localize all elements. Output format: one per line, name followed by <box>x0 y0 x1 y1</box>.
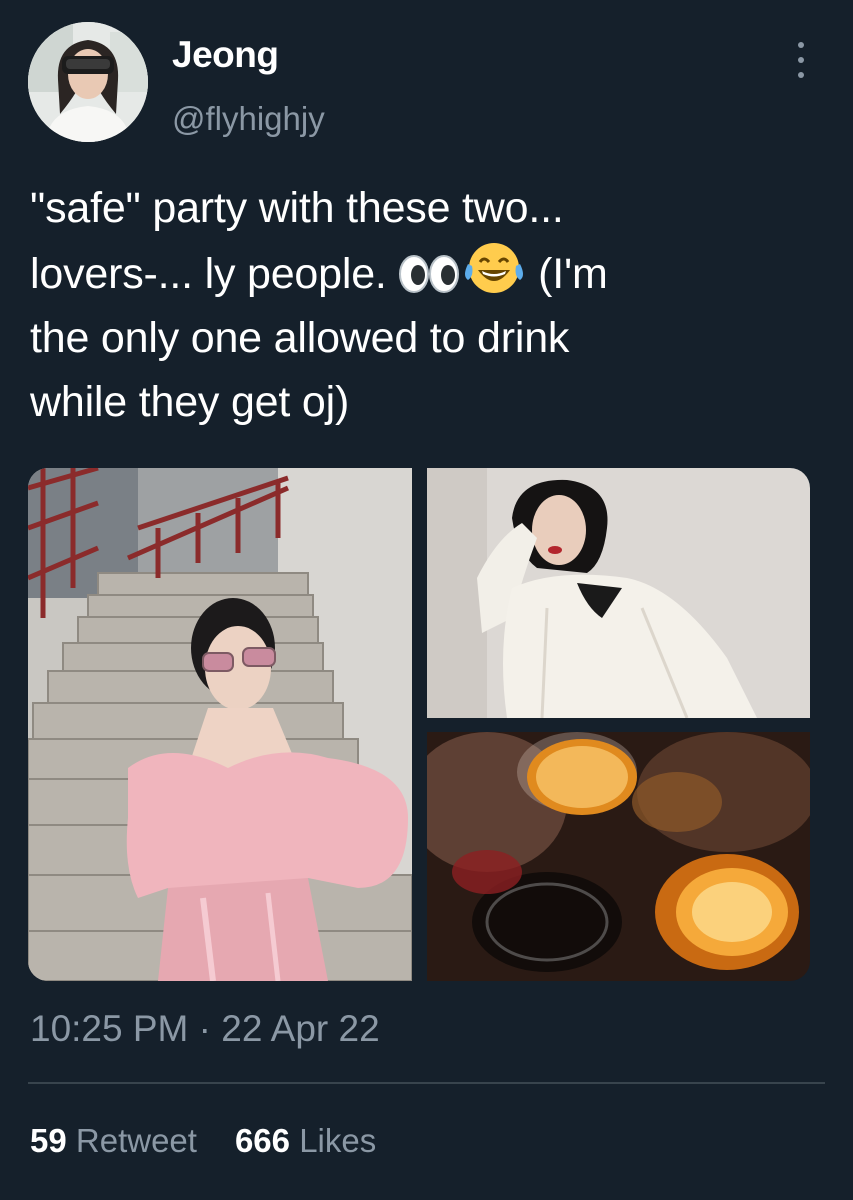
retweets-label: Retweet <box>75 1122 197 1159</box>
avatar[interactable] <box>28 22 148 142</box>
photo-image <box>427 468 810 718</box>
photo-staircase-pink-dress[interactable] <box>28 468 412 981</box>
avatar-image <box>28 22 148 142</box>
retweets-stat[interactable]: 59 Retweet <box>30 1122 197 1160</box>
photo-image <box>28 468 412 981</box>
tweet-stats: 59 Retweet 666 Likes <box>30 1122 376 1160</box>
photo-drinks-orange-slices[interactable] <box>427 732 810 981</box>
tweet-timestamp[interactable]: 10:25 PM · 22 Apr 22 <box>30 1008 380 1050</box>
user-handle[interactable]: @flyhighjy <box>172 100 325 138</box>
tweet-line-part: (I'm <box>526 250 608 298</box>
more-dot <box>798 42 804 48</box>
photo-image <box>427 732 810 981</box>
media-grid <box>28 468 810 981</box>
tweet-line-part: lovers-... ly people. <box>30 250 399 298</box>
tweet-text: "safe" party with these two... lovers-..… <box>30 176 820 434</box>
tweet-line: while they get oj) <box>30 378 350 426</box>
display-name[interactable]: Jeong <box>172 34 279 76</box>
likes-stat[interactable]: 666 Likes <box>235 1122 376 1160</box>
tweet-line: "safe" party with these two... <box>30 184 564 232</box>
more-dot <box>798 57 804 63</box>
tweet-line: lovers-... ly people. (I'm <box>30 240 820 306</box>
more-dot <box>798 72 804 78</box>
likes-count: 666 <box>234 1122 291 1159</box>
likes-label: Likes <box>299 1122 377 1159</box>
tears-of-joy-emoji-icon <box>465 243 524 293</box>
tweet-line: the only one allowed to drink <box>30 314 570 362</box>
divider <box>28 1082 825 1084</box>
photo-white-shirt-wall[interactable] <box>427 468 810 718</box>
retweets-count: 59 <box>30 1122 67 1159</box>
more-options-icon[interactable] <box>786 40 816 80</box>
eyes-emoji-icon <box>399 255 460 293</box>
